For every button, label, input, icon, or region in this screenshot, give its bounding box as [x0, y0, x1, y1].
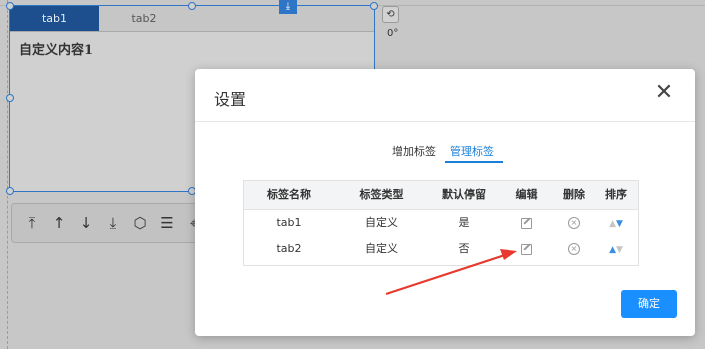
edit-icon[interactable]	[499, 235, 554, 263]
resize-handle-left[interactable]	[6, 94, 14, 102]
dialog-title: 设置	[214, 90, 247, 109]
sort-down-icon[interactable]: ▼	[616, 245, 623, 255]
rotate-icon[interactable]: ⟲	[382, 6, 399, 23]
tab-manage-table: 标签名称 标签类型 默认停留 编辑 删除 排序 tab1 自定义 是 × ▲▼ …	[243, 180, 639, 266]
tab-manage-label[interactable]: 管理标签	[450, 143, 494, 159]
filter-icon[interactable]: ☰	[157, 213, 177, 233]
delete-icon[interactable]: ×	[554, 235, 594, 263]
resize-handle-top[interactable]	[188, 2, 196, 10]
resize-handle-bottom-left[interactable]	[6, 187, 14, 195]
move-top-icon[interactable]: ⤒	[22, 213, 42, 233]
cell-default: 否	[458, 242, 470, 255]
component-toolbar: ⤒ ↑ ↓ ⤓ ⬡ ☰ ⌖	[11, 203, 208, 243]
edit-icon[interactable]	[499, 209, 554, 237]
cell-name: tab2	[276, 242, 302, 255]
sort-up-icon[interactable]: ▲	[609, 219, 616, 229]
close-icon[interactable]: ✕	[654, 82, 674, 104]
cell-type: 自定义	[365, 242, 398, 255]
move-down-icon[interactable]: ↓	[76, 213, 96, 233]
cell-default: 是	[458, 216, 470, 229]
sort-up-icon[interactable]: ▲	[609, 245, 616, 255]
component-tab-2[interactable]: tab2	[99, 6, 189, 31]
header-default: 默认停留	[442, 188, 486, 201]
settings-hex-icon[interactable]: ⬡	[130, 213, 150, 233]
confirm-button[interactable]: 确定	[621, 290, 677, 318]
header-edit: 编辑	[515, 188, 538, 201]
rotation-angle: 0°	[387, 28, 399, 39]
cell-name: tab1	[276, 216, 302, 229]
active-tab-indicator	[445, 161, 503, 163]
tab-add-label[interactable]: 增加标签	[392, 143, 436, 159]
settings-dialog: 设置 ✕ 增加标签 管理标签 标签名称 标签类型 默认停留 编辑 删除 排序 t…	[195, 69, 695, 336]
header-type: 标签类型	[359, 188, 404, 201]
resize-handle-top-right[interactable]	[370, 2, 378, 10]
component-content-text: 自定义内容1	[19, 43, 94, 58]
sort-arrows: ▲▼	[594, 235, 638, 263]
sort-arrows: ▲▼	[594, 209, 638, 237]
sort-down-icon[interactable]: ▼	[616, 219, 623, 229]
resize-handle-top-left[interactable]	[6, 2, 14, 10]
dialog-header-divider	[195, 121, 695, 122]
header-name: 标签名称	[267, 188, 311, 201]
download-icon[interactable]: ⤓	[279, 0, 297, 14]
table-header: 标签名称 标签类型 默认停留 编辑 删除 排序	[244, 181, 638, 210]
move-up-icon[interactable]: ↑	[49, 213, 69, 233]
move-bottom-icon[interactable]: ⤓	[103, 213, 123, 233]
component-tab-1[interactable]: tab1	[10, 6, 99, 31]
canvas-guide-line	[7, 0, 8, 349]
header-sort: 排序	[605, 188, 627, 201]
cell-type: 自定义	[365, 216, 398, 229]
delete-icon[interactable]: ×	[554, 209, 594, 237]
header-delete: 删除	[563, 188, 585, 201]
